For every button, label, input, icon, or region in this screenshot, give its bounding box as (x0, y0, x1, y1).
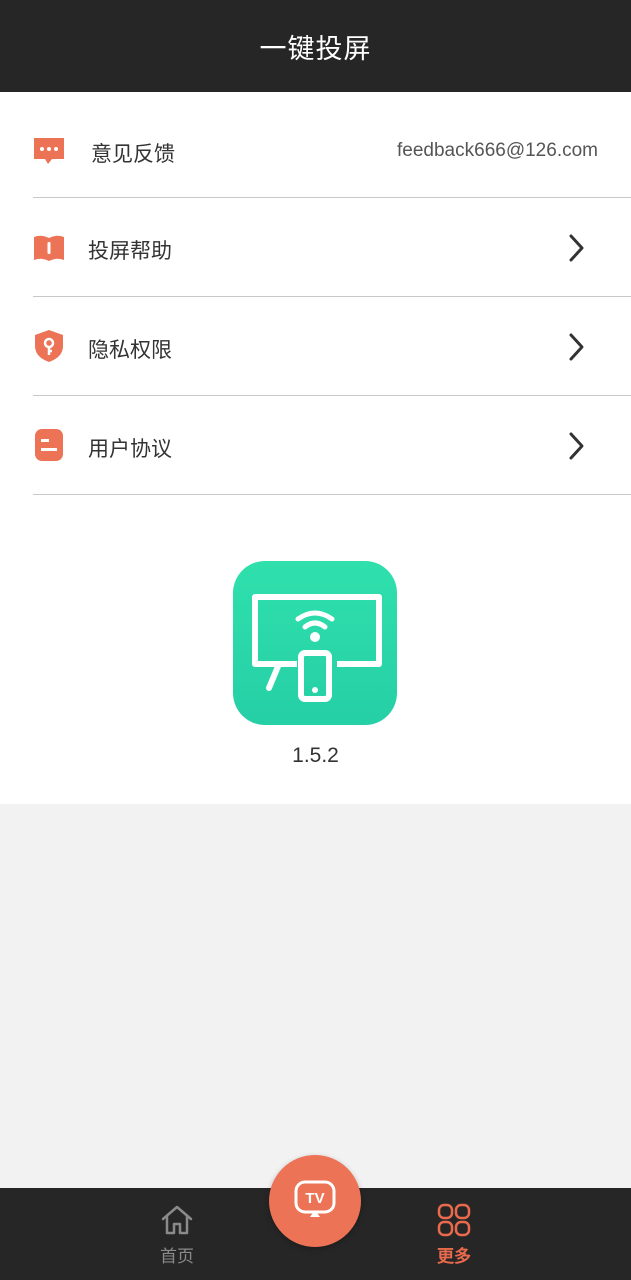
cast-button[interactable]: TV (269, 1155, 361, 1247)
chat-bubble-icon (32, 134, 66, 168)
tab-label-home: 首页 (160, 1247, 194, 1267)
svg-text:TV: TV (305, 1190, 324, 1207)
grid-icon (436, 1202, 472, 1238)
settings-panel: 意见反馈 feedback666@126.com 投屏帮助 隐私权限 用户协议 … (0, 92, 631, 804)
book-icon (32, 231, 66, 265)
app-version: 1.5.2 (292, 744, 339, 767)
chevron-right-icon (565, 430, 587, 462)
chevron-right-icon (565, 232, 587, 264)
app-header: 一键投屏 (0, 0, 631, 92)
tab-more[interactable]: 更多 (394, 1188, 514, 1280)
page-title: 一键投屏 (259, 33, 372, 65)
menu-item-help[interactable]: 投屏帮助 (0, 198, 631, 297)
document-icon (32, 428, 66, 462)
tab-label-more: 更多 (437, 1247, 471, 1267)
shield-key-icon (32, 329, 66, 363)
menu-label-agreement: 用户协议 (88, 437, 172, 461)
feedback-email[interactable]: feedback666@126.com (397, 140, 598, 162)
home-icon (159, 1202, 195, 1238)
menu-item-agreement[interactable]: 用户协议 (0, 396, 631, 495)
menu-label-feedback: 意见反馈 (91, 142, 175, 166)
chevron-right-icon (565, 331, 587, 363)
tv-cast-icon: TV (293, 1179, 337, 1223)
tab-home[interactable]: 首页 (117, 1188, 237, 1280)
menu-item-privacy[interactable]: 隐私权限 (0, 297, 631, 396)
menu-item-feedback[interactable]: 意见反馈 feedback666@126.com (0, 92, 631, 198)
divider (33, 494, 631, 495)
screen-cast-app-icon (233, 561, 397, 725)
menu-label-help: 投屏帮助 (88, 239, 172, 263)
menu-label-privacy: 隐私权限 (88, 338, 172, 362)
